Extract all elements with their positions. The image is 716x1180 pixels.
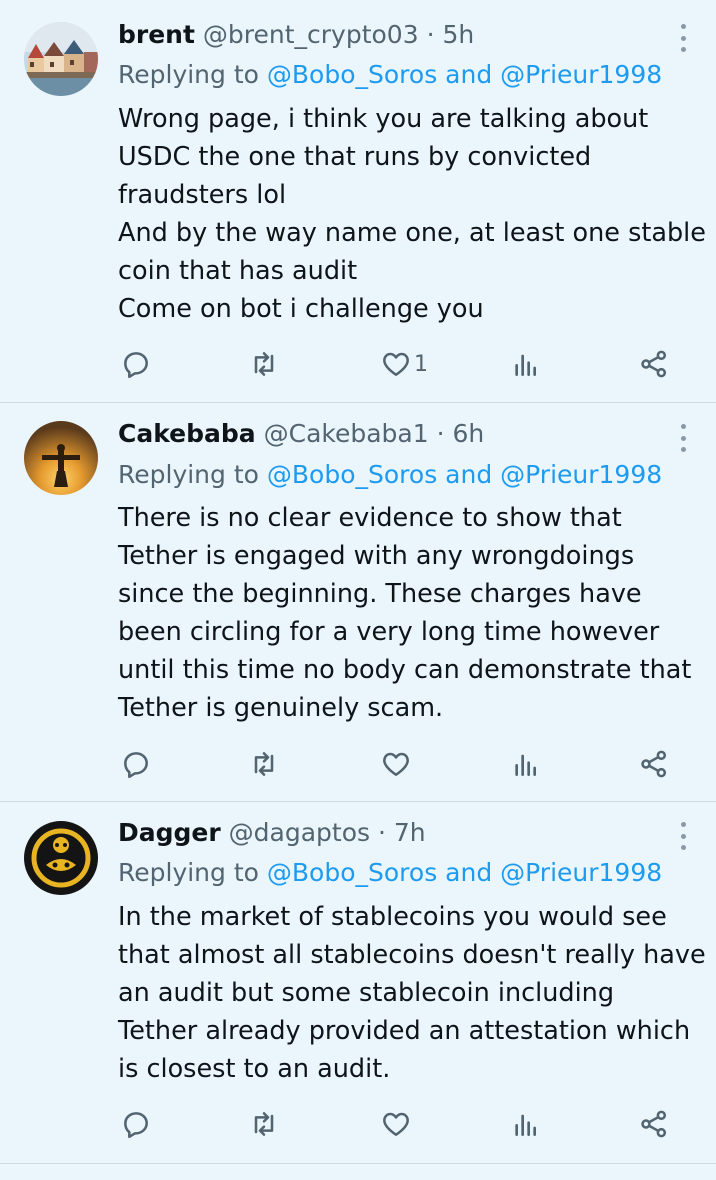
views-icon xyxy=(515,1114,536,1136)
retweet-button[interactable] xyxy=(248,1104,280,1144)
reply-button[interactable] xyxy=(120,344,152,384)
reply-icon xyxy=(124,752,148,779)
replying-to-label: Replying to xyxy=(118,460,259,489)
tweet-text-line: until this time no body can demonstrate … xyxy=(118,655,692,685)
views-button[interactable] xyxy=(510,1104,542,1144)
tweet-text-line: been circling for a very long time howev… xyxy=(118,617,660,647)
action-bar xyxy=(0,1104,716,1144)
user-handle[interactable]: @dagaptos xyxy=(229,818,370,847)
tweet-text-line: fraudsters lol xyxy=(118,180,287,210)
replying-to: Replying to @Bobo_Soros and @Prieur1998 xyxy=(118,856,696,890)
user-handle[interactable]: @Cakebaba1 xyxy=(264,419,429,448)
tweet-header: Dagger @dagaptos · 7h xyxy=(118,816,656,850)
action-bar xyxy=(0,744,716,784)
share-icon xyxy=(641,750,667,778)
like-count: 1 xyxy=(414,351,428,377)
heart-icon xyxy=(383,1112,409,1136)
retweet-button[interactable] xyxy=(248,344,280,384)
separator-dot: · xyxy=(377,818,386,847)
timestamp[interactable]: 5h xyxy=(442,20,474,49)
display-name[interactable]: Dagger xyxy=(118,818,221,847)
reply-tweet[interactable]: Dagger @dagaptos · 7h Replying to @Bobo_… xyxy=(0,802,716,1164)
more-options-icon[interactable] xyxy=(678,822,688,850)
reply-tweet[interactable]: Cakebaba @Cakebaba1 · 6h Replying to @Bo… xyxy=(0,403,716,802)
views-icon xyxy=(515,354,536,376)
more-options-icon[interactable] xyxy=(678,24,688,52)
heart-icon xyxy=(383,352,409,376)
replying-to: Replying to @Bobo_Soros and @Prieur1998 xyxy=(118,58,696,92)
like-button[interactable] xyxy=(380,1104,414,1144)
display-name[interactable]: brent xyxy=(118,20,195,49)
share-button[interactable] xyxy=(638,744,670,784)
views-button[interactable] xyxy=(510,344,542,384)
tweet-text-line: Tether is engaged with any wrongdoings xyxy=(118,541,635,571)
views-button[interactable] xyxy=(510,744,542,784)
tweet-text-line: coin that has audit xyxy=(118,256,358,286)
action-bar: 1 xyxy=(0,344,716,384)
display-name[interactable]: Cakebaba xyxy=(118,419,256,448)
avatar-statue-sunset-image xyxy=(24,421,98,495)
replying-to-users-link[interactable]: @Bobo_Soros and @Prieur1998 xyxy=(267,60,662,89)
reply-tweet[interactable]: brent @brent_crypto03 · 5h Replying to @… xyxy=(0,0,716,403)
separator-dot: · xyxy=(436,419,445,448)
timestamp[interactable]: 6h xyxy=(453,419,485,448)
tweet-header: brent @brent_crypto03 · 5h xyxy=(118,18,656,52)
tweet-text-line: Wrong page, i think you are talking abou… xyxy=(118,104,649,134)
tweet-text-line: Come on bot i challenge you xyxy=(118,294,484,324)
replying-to-users-link[interactable]: @Bobo_Soros and @Prieur1998 xyxy=(267,460,662,489)
more-options-icon[interactable] xyxy=(678,424,688,452)
retweet-icon xyxy=(254,752,274,776)
avatar[interactable] xyxy=(24,22,98,96)
tweet-text-line: And by the way name one, at least one st… xyxy=(118,218,706,248)
tweet-text-line: that almost all stablecoins doesn't real… xyxy=(118,940,706,970)
like-button[interactable] xyxy=(380,744,414,784)
avatar[interactable] xyxy=(24,821,98,895)
replying-to-users-link[interactable]: @Bobo_Soros and @Prieur1998 xyxy=(267,858,662,887)
reply-icon xyxy=(124,1112,148,1139)
share-button[interactable] xyxy=(638,1104,670,1144)
like-button[interactable]: 1 xyxy=(380,344,428,384)
replying-to-label: Replying to xyxy=(118,60,259,89)
tweet-text-line: an audit but some stablecoin including xyxy=(118,978,615,1008)
reply-button[interactable] xyxy=(120,1104,152,1144)
tweet-text-line: since the beginning. These charges have xyxy=(118,579,642,609)
tweet-text: Wrong page, i think you are talking abou… xyxy=(118,100,708,328)
retweet-button[interactable] xyxy=(248,744,280,784)
tweet-text: There is no clear evidence to show that … xyxy=(118,499,708,727)
share-icon xyxy=(641,1110,667,1138)
replying-to-label: Replying to xyxy=(118,858,259,887)
retweet-icon xyxy=(254,1112,274,1136)
tweet-text: In the market of stablecoins you would s… xyxy=(118,898,708,1088)
heart-icon xyxy=(383,752,409,776)
share-button[interactable] xyxy=(638,344,670,384)
tweet-text-line: Tether is genuinely scam. xyxy=(118,693,444,723)
separator-dot: · xyxy=(426,20,435,49)
avatar[interactable] xyxy=(24,421,98,495)
user-handle[interactable]: @brent_crypto03 xyxy=(203,20,419,49)
reply-button[interactable] xyxy=(120,744,152,784)
reply-icon xyxy=(124,352,148,379)
tweet-text-line: is closest to an audit. xyxy=(118,1054,391,1084)
timestamp[interactable]: 7h xyxy=(394,818,426,847)
views-icon xyxy=(515,754,536,776)
retweet-icon xyxy=(254,352,274,376)
tweet-text-line: USDC the one that runs by convicted xyxy=(118,142,592,172)
tweet-text-line: There is no clear evidence to show that xyxy=(118,503,622,533)
share-icon xyxy=(641,350,667,378)
tweet-header: Cakebaba @Cakebaba1 · 6h xyxy=(118,417,656,451)
tweet-text-line: Tether already provided an attestation w… xyxy=(118,1016,691,1046)
avatar-town-image xyxy=(24,22,98,96)
tweet-text-line: In the market of stablecoins you would s… xyxy=(118,902,667,932)
avatar-mask-emblem-image xyxy=(24,821,98,895)
replying-to: Replying to @Bobo_Soros and @Prieur1998 xyxy=(118,458,696,492)
